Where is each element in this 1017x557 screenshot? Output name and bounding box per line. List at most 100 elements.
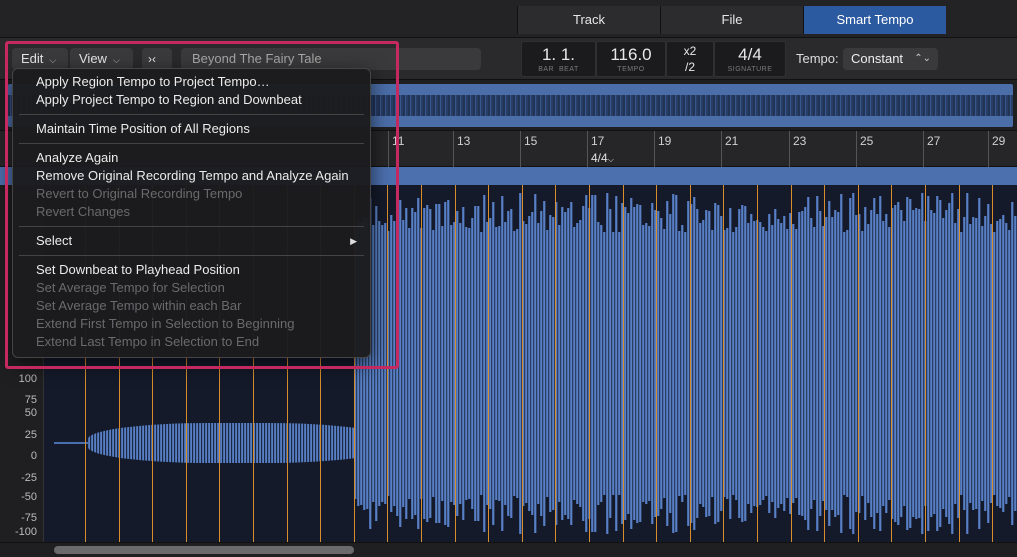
ruler-tick (988, 131, 989, 167)
menu-item-extend-last-tempo: Extend Last Tempo in Selection to End (36, 334, 260, 349)
menu-separator (19, 255, 364, 256)
bar-number: 17 (591, 134, 605, 148)
chevron-down-icon: ⌵ (607, 155, 614, 164)
position-value: 1. 1. (541, 45, 576, 64)
catch-playhead-icon: ›‹ (148, 52, 156, 66)
tempo-mode-value: Constant (851, 51, 904, 66)
beat-marker[interactable] (757, 185, 758, 542)
bar-number: 21 (725, 134, 739, 148)
menu-item-apply-region-tempo[interactable]: Apply Region Tempo to Project Tempo… (13, 73, 370, 91)
beat-marker[interactable] (723, 185, 724, 542)
menu-item-avg-tempo-selection: Set Average Tempo for Selection (36, 280, 225, 295)
signature-marker-text: 4/4 (591, 151, 608, 165)
amplitude-label: 25 (24, 429, 37, 441)
amplitude-label: -50 (21, 491, 37, 503)
half-tempo-button[interactable]: /2 (667, 59, 713, 75)
menu-item-maintain-time-position[interactable]: Maintain Time Position of All Regions (13, 120, 370, 138)
beat-marker[interactable] (623, 185, 624, 542)
catch-playhead-button[interactable]: ›‹ (142, 48, 172, 70)
bar-number: 11 (392, 134, 405, 148)
beat-marker[interactable] (791, 185, 792, 542)
ruler-tick (721, 131, 722, 167)
beat-marker[interactable] (690, 185, 691, 542)
ruler-tick (789, 131, 790, 167)
amplitude-label: 75 (24, 394, 37, 406)
menu-separator (19, 143, 364, 144)
beat-marker[interactable] (421, 185, 422, 542)
amplitude-label: 100 (18, 373, 37, 385)
beat-marker[interactable] (858, 185, 859, 542)
beat-marker[interactable] (992, 185, 993, 542)
bar-number: 29 (992, 134, 1006, 148)
double-tempo-button[interactable]: x2 (667, 43, 713, 59)
beat-marker[interactable] (959, 185, 960, 542)
signature-label: SIGNATURE (727, 66, 773, 73)
top-tab-bar: Track File Smart Tempo (0, 0, 1017, 38)
intro-waveform (88, 423, 388, 463)
view-menu-label: View (79, 51, 107, 66)
amplitude-label: 0 (30, 450, 37, 462)
amplitude-label: -75 (21, 512, 37, 524)
menu-item-apply-project-tempo[interactable]: Apply Project Tempo to Region and Downbe… (13, 91, 370, 109)
menu-item-analyze-again[interactable]: Analyze Again (13, 149, 370, 167)
bar-label: BAR (538, 66, 555, 73)
menu-item-set-downbeat[interactable]: Set Downbeat to Playhead Position (13, 261, 370, 279)
bar-number: 27 (927, 134, 941, 148)
ruler-tick (587, 131, 588, 167)
beat-marker[interactable] (555, 185, 556, 542)
ruler-tick (520, 131, 521, 167)
tempo-value: 116.0 (610, 45, 652, 64)
edit-dropdown-menu: Apply Region Tempo to Project Tempo… App… (12, 68, 371, 358)
edit-menu-label: Edit (21, 51, 44, 66)
region-name-field[interactable]: Beyond The Fairy Tale (181, 48, 481, 70)
menu-item-revert-original-tempo: Revert to Original Recording Tempo (36, 186, 243, 201)
bar-number: 19 (658, 134, 672, 148)
tempo-label: TEMPO (617, 66, 645, 73)
bar-number: 13 (457, 134, 471, 148)
menu-item-avg-tempo-each-bar: Set Average Tempo within each Bar (36, 298, 242, 313)
tempo-mode-label: Tempo: (796, 51, 839, 66)
bar-number: 15 (524, 134, 538, 148)
silence-line (54, 442, 88, 444)
menu-item-extend-first-tempo: Extend First Tempo in Selection to Begin… (36, 316, 295, 331)
beat-marker[interactable] (387, 185, 388, 542)
tab-track[interactable]: Track (517, 6, 660, 34)
beat-marker[interactable] (824, 185, 825, 542)
ruler-tick (923, 131, 924, 167)
beat-label: BEAT (559, 66, 579, 73)
beat-marker[interactable] (522, 185, 523, 542)
menu-separator (19, 226, 364, 227)
beat-marker[interactable] (455, 185, 456, 542)
time-signature-marker[interactable]: 4/4⌵ (591, 151, 614, 165)
ruler-tick (654, 131, 655, 167)
position-display[interactable]: 1. 1. BAR BEAT (521, 41, 596, 77)
signature-display[interactable]: 4/4 SIGNATURE (714, 41, 786, 77)
bar-number: 23 (793, 134, 807, 148)
menu-item-select[interactable]: Select ▶ (13, 232, 370, 250)
ruler-tick (388, 131, 389, 167)
chevron-down-icon: ⌵ (112, 55, 120, 65)
edit-menu-button[interactable]: Edit ⌵ (12, 48, 68, 70)
tempo-mode-select[interactable]: Constant ⌃⌄ (843, 48, 938, 70)
menu-item-select-label: Select (36, 233, 73, 248)
view-menu-button[interactable]: View ⌵ (70, 48, 133, 70)
ruler-tick (856, 131, 857, 167)
amplitude-label: -100 (14, 526, 37, 538)
amplitude-label: 50 (24, 407, 37, 419)
submenu-arrow-icon: ▶ (350, 236, 357, 246)
beat-marker[interactable] (925, 185, 926, 542)
tab-smart-tempo[interactable]: Smart Tempo (803, 6, 946, 34)
beat-marker[interactable] (891, 185, 892, 542)
beat-marker[interactable] (656, 185, 657, 542)
beat-marker[interactable] (589, 185, 590, 542)
beat-marker[interactable] (488, 185, 489, 542)
bar-number: 25 (860, 134, 874, 148)
tempo-display[interactable]: 116.0 TEMPO (596, 41, 666, 77)
signature-value: 4/4 (738, 45, 762, 64)
horizontal-scrollbar[interactable] (0, 542, 1017, 557)
amplitude-label: -25 (21, 472, 37, 484)
scrollbar-thumb[interactable] (54, 546, 354, 554)
menu-item-remove-and-analyze[interactable]: Remove Original Recording Tempo and Anal… (13, 167, 370, 185)
tab-file[interactable]: File (660, 6, 803, 34)
up-down-chevron-icon: ⌃⌄ (914, 53, 931, 64)
